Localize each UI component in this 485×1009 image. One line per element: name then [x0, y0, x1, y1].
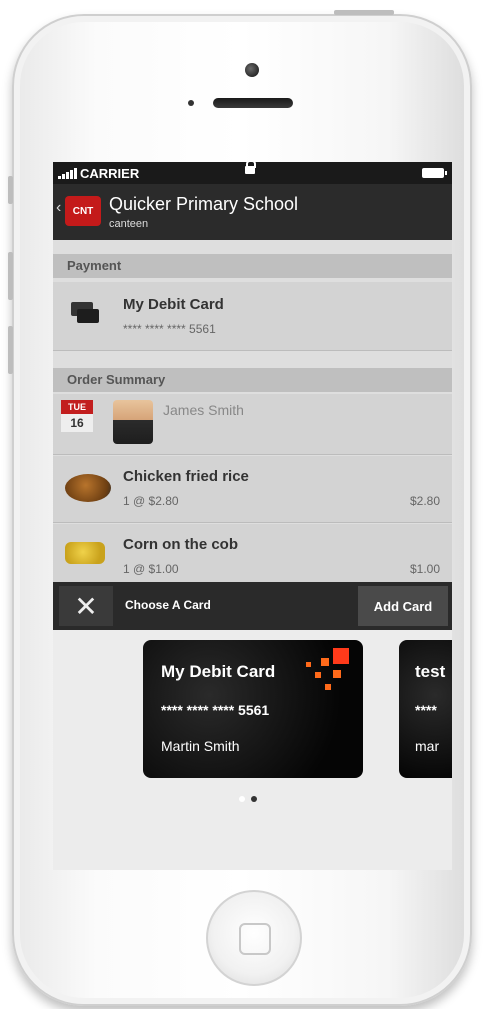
page-dot-active — [251, 796, 257, 802]
signal-icon — [58, 167, 77, 179]
page-dot — [239, 796, 245, 802]
payment-card-number: **** **** **** 5561 — [123, 322, 216, 336]
app-title: Quicker Primary School — [109, 194, 299, 214]
payment-section-header: Payment — [53, 254, 452, 278]
status-bar: CARRIER — [53, 162, 452, 184]
card-tile-name: My Debit Card — [161, 662, 276, 681]
item-name: Chicken fried rice — [123, 468, 249, 485]
avatar — [113, 400, 153, 444]
list-item[interactable]: Corn on the cob 1 @ $1.00 $1.00 — [53, 524, 452, 583]
app-header: ‹ CNT Quicker Primary School canteen — [53, 184, 452, 240]
card-tile-test[interactable]: test **** mar — [399, 640, 452, 778]
food-icon — [65, 542, 105, 564]
item-qty-price: 1 @ $1.00 — [123, 562, 179, 576]
payment-card-name: My Debit Card — [123, 296, 224, 313]
app-subtitle: canteen — [109, 218, 149, 230]
item-qty-price: 1 @ $2.80 — [123, 494, 179, 508]
battery-icon — [422, 168, 447, 178]
card-tile-holder: Martin Smith — [161, 738, 240, 754]
card-picker: My Debit Card **** **** **** 5561 Martin… — [53, 630, 452, 870]
proximity-sensor — [188, 100, 194, 106]
card-tile-number: **** — [415, 702, 437, 718]
earpiece-speaker — [213, 98, 293, 108]
card-tile-number: **** **** **** 5561 — [161, 702, 270, 718]
student-name: James Smith — [163, 402, 244, 418]
close-icon[interactable]: ✕ — [59, 586, 113, 626]
page-indicator — [239, 796, 257, 802]
volume-up-button — [8, 252, 13, 300]
date-number: 16 — [61, 414, 93, 432]
food-icon — [65, 474, 111, 502]
card-tile-my-debit-card[interactable]: My Debit Card **** **** **** 5561 Martin… — [143, 640, 363, 778]
card-icon — [71, 302, 101, 324]
home-square-icon — [239, 923, 271, 955]
back-chevron-icon[interactable]: ‹ — [56, 199, 61, 217]
volume-down-button — [8, 326, 13, 374]
card-tile-name: test — [415, 662, 446, 681]
mute-switch — [8, 176, 13, 204]
list-item[interactable]: Chicken fried rice 1 @ $2.80 $2.80 — [53, 456, 452, 523]
choose-card-label: Choose A Card — [125, 598, 211, 612]
item-total: $2.80 — [409, 494, 440, 508]
power-button — [334, 10, 394, 15]
student-row[interactable]: TUE 16 James Smith — [53, 394, 452, 455]
phone-screen: CARRIER ‹ CNT Quicker Primary School can… — [53, 162, 452, 870]
payment-card-row[interactable]: My Debit Card **** **** **** 5561 — [53, 282, 452, 351]
app-logo[interactable]: CNT — [65, 196, 101, 226]
lock-icon — [245, 162, 256, 174]
card-brand-logo-icon — [295, 644, 355, 700]
order-summary-header: Order Summary — [53, 368, 452, 392]
add-card-button[interactable]: Add Card — [358, 586, 448, 626]
item-total: $1.00 — [409, 562, 440, 576]
carrier-label: CARRIER — [80, 165, 140, 181]
card-tile-holder: mar — [415, 738, 440, 754]
choose-card-bar: ✕ Choose A Card Add Card — [53, 582, 452, 630]
date-badge: TUE 16 — [61, 400, 93, 432]
home-button[interactable] — [206, 890, 302, 986]
date-day: TUE — [61, 400, 93, 414]
front-camera-icon — [245, 63, 259, 77]
item-name: Corn on the cob — [123, 536, 238, 553]
